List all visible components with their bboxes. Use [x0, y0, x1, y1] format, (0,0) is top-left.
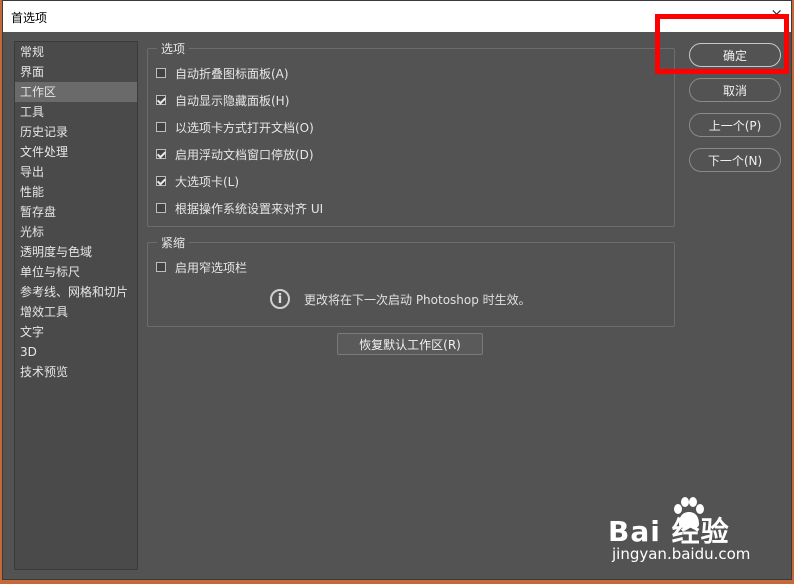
cancel-button[interactable]: 取消 [689, 78, 781, 102]
checkbox[interactable] [156, 203, 166, 213]
option-narrow-options-bar[interactable]: 启用窄选项栏 [156, 258, 247, 276]
option-auto-show-hidden-panels[interactable]: 自动显示隐藏面板(H) [156, 91, 289, 109]
title-bar: 首选项 × [3, 1, 791, 32]
sidebar-item-general[interactable]: 常规 [15, 42, 137, 62]
sidebar-item-file-handling[interactable]: 文件处理 [15, 142, 137, 162]
watermark-brand: Bai 经验 [608, 515, 730, 548]
sidebar-item-transparency-gamut[interactable]: 透明度与色域 [15, 242, 137, 262]
compact-legend: 紧缩 [157, 234, 190, 251]
sidebar-item-units-rulers[interactable]: 单位与标尺 [15, 262, 137, 282]
checkbox[interactable] [156, 262, 166, 272]
restore-default-workspace-button[interactable]: 恢复默认工作区(R) [337, 333, 483, 355]
restart-notice: i 更改将在下一次启动 Photoshop 时生效。 [270, 289, 531, 309]
info-icon: i [270, 289, 290, 309]
option-open-documents-as-tabs[interactable]: 以选项卡方式打开文档(O) [156, 118, 314, 136]
window-title: 首选项 [11, 11, 48, 25]
sidebar-item-tools[interactable]: 工具 [15, 102, 137, 122]
sidebar-item-history-log[interactable]: 历史记录 [15, 122, 137, 142]
sidebar-item-plugins[interactable]: 增效工具 [15, 302, 137, 322]
sidebar-item-interface[interactable]: 界面 [15, 62, 137, 82]
options-group: 选项 自动折叠图标面板(A) 自动显示隐藏面板(H) 以选项卡方式打开文档(O)… [147, 40, 675, 227]
option-auto-collapse-icon-panels[interactable]: 自动折叠图标面板(A) [156, 64, 289, 82]
option-align-ui-with-os[interactable]: 根据操作系统设置来对齐 UI [156, 199, 323, 217]
checkbox-checked[interactable] [156, 176, 166, 186]
restart-notice-text: 更改将在下一次启动 Photoshop 时生效。 [304, 292, 531, 307]
checkbox-checked[interactable] [156, 95, 166, 105]
sidebar-item-cursors[interactable]: 光标 [15, 222, 137, 242]
sidebar-item-technology-previews[interactable]: 技术预览 [15, 362, 137, 382]
sidebar-item-performance[interactable]: 性能 [15, 182, 137, 202]
sidebar-item-scratch-disks[interactable]: 暂存盘 [15, 202, 137, 222]
sidebar-item-guides-grid-slices[interactable]: 参考线、网格和切片 [15, 282, 137, 302]
sidebar-item-type[interactable]: 文字 [15, 322, 137, 342]
sidebar-item-workspace[interactable]: 工作区 [15, 82, 137, 102]
checkbox[interactable] [156, 68, 166, 78]
watermark-url: jingyan.baidu.com [612, 545, 751, 563]
checkbox[interactable] [156, 122, 166, 132]
option-floating-document-docking[interactable]: 启用浮动文档窗口停放(D) [156, 145, 314, 163]
ok-button[interactable]: 确定 [689, 43, 781, 67]
options-legend: 选项 [157, 40, 190, 57]
preferences-dialog: 首选项 × 常规 界面 工作区 工具 历史记录 文件处理 导出 性能 暂存盘 光… [2, 0, 792, 580]
sidebar-item-3d[interactable]: 3D [15, 342, 137, 362]
baidu-jingyan-watermark: Bai 经验 jingyan.baidu.com [608, 495, 788, 575]
close-icon[interactable]: × [770, 5, 783, 23]
checkbox-checked[interactable] [156, 149, 166, 159]
previous-button[interactable]: 上一个(P) [689, 113, 781, 137]
option-large-tabs[interactable]: 大选项卡(L) [156, 172, 239, 190]
next-button[interactable]: 下一个(N) [689, 148, 781, 172]
sidebar-item-export[interactable]: 导出 [15, 162, 137, 182]
compact-group: 紧缩 启用窄选项栏 i 更改将在下一次启动 Photoshop 时生效。 [147, 234, 675, 327]
category-list: 常规 界面 工作区 工具 历史记录 文件处理 导出 性能 暂存盘 光标 透明度与… [14, 41, 138, 570]
